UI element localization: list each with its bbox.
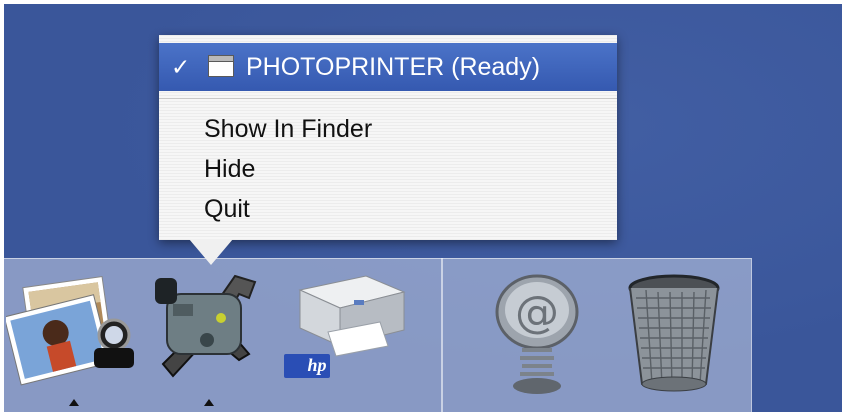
svg-text:@: @ [515, 287, 559, 338]
dock-context-menu: ✓ PHOTOPRINTER (Ready) Show In Finder Hi… [159, 35, 617, 240]
running-indicator [204, 399, 214, 406]
menu-separator [159, 98, 617, 99]
running-indicator [69, 399, 79, 406]
at-sign-spring-icon[interactable]: @ [482, 272, 592, 396]
check-icon: ✓ [171, 54, 191, 80]
menu-item-show-in-finder[interactable]: Show In Finder [204, 115, 372, 144]
dock-separator [441, 258, 443, 412]
trash-can-icon[interactable] [622, 272, 726, 396]
hp-badge-text: hp [307, 355, 326, 375]
menu-item-hide[interactable]: Hide [204, 155, 255, 184]
window-icon [208, 55, 234, 77]
photo-album-icon[interactable] [3, 272, 138, 392]
menu-pointer [189, 239, 233, 265]
menu-item-photoprinter[interactable]: ✓ PHOTOPRINTER (Ready) [159, 43, 617, 91]
menu-item-label: PHOTOPRINTER (Ready) [246, 53, 541, 81]
printer-utility-icon[interactable] [143, 268, 271, 394]
hp-printer-icon[interactable]: hp [284, 270, 410, 398]
menu-item-quit[interactable]: Quit [204, 195, 250, 224]
